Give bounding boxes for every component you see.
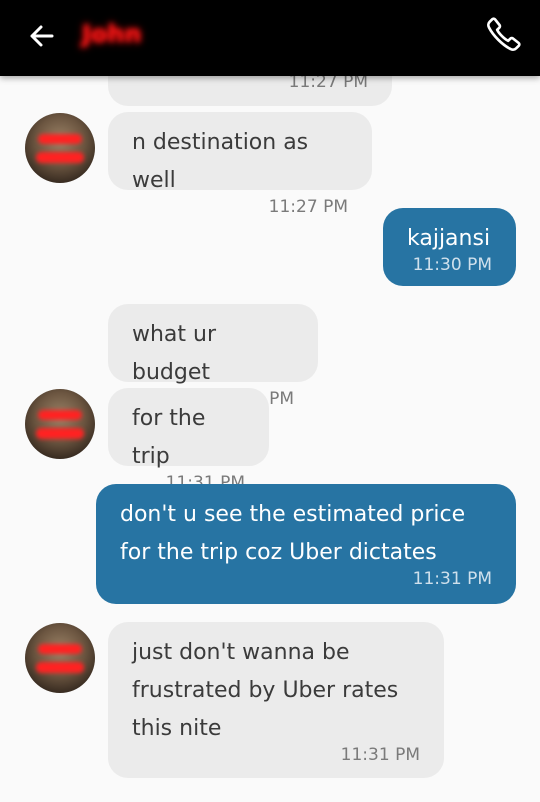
message-timestamp: 11:30 PM (412, 255, 492, 275)
message-text: for the trip (132, 406, 206, 469)
message-text: just don't wanna be frustrated by Uber r… (132, 640, 399, 741)
message-text: what ur budget (132, 322, 217, 385)
avatar[interactable] (25, 389, 95, 459)
contact-name: John (82, 20, 142, 48)
message-timestamp: 11:27 PM (268, 197, 348, 217)
message-timestamp: 11:31 PM (412, 569, 492, 589)
message-bubble-incoming[interactable]: n destination as well 11:27 PM (108, 112, 372, 217)
call-button[interactable] (484, 14, 524, 54)
message-bubble-incoming[interactable]: just don't wanna be frustrated by Uber r… (108, 622, 444, 778)
message-list[interactable]: 11:27 PM n destination as well 11:27 PM … (0, 0, 540, 802)
app-header: John (0, 0, 540, 76)
avatar[interactable] (25, 623, 95, 693)
message-text: n destination as well (132, 130, 309, 193)
message-bubble-incoming[interactable]: for the trip 11:31 PM (108, 388, 269, 493)
phone-icon (487, 17, 521, 51)
message-text: kajjansi (407, 226, 491, 251)
message-bubble-outgoing[interactable]: kajjansi 11:30 PM (383, 208, 516, 286)
back-button[interactable] (24, 18, 60, 54)
message-text: don't u see the estimated price for the … (120, 502, 466, 565)
message-timestamp: 11:31 PM (340, 745, 420, 765)
avatar[interactable] (25, 113, 95, 183)
arrow-left-icon (30, 25, 54, 47)
message-bubble-incoming[interactable]: what ur budget 11:31 PM (108, 304, 318, 409)
message-bubble-outgoing[interactable]: don't u see the estimated price for the … (96, 484, 516, 604)
